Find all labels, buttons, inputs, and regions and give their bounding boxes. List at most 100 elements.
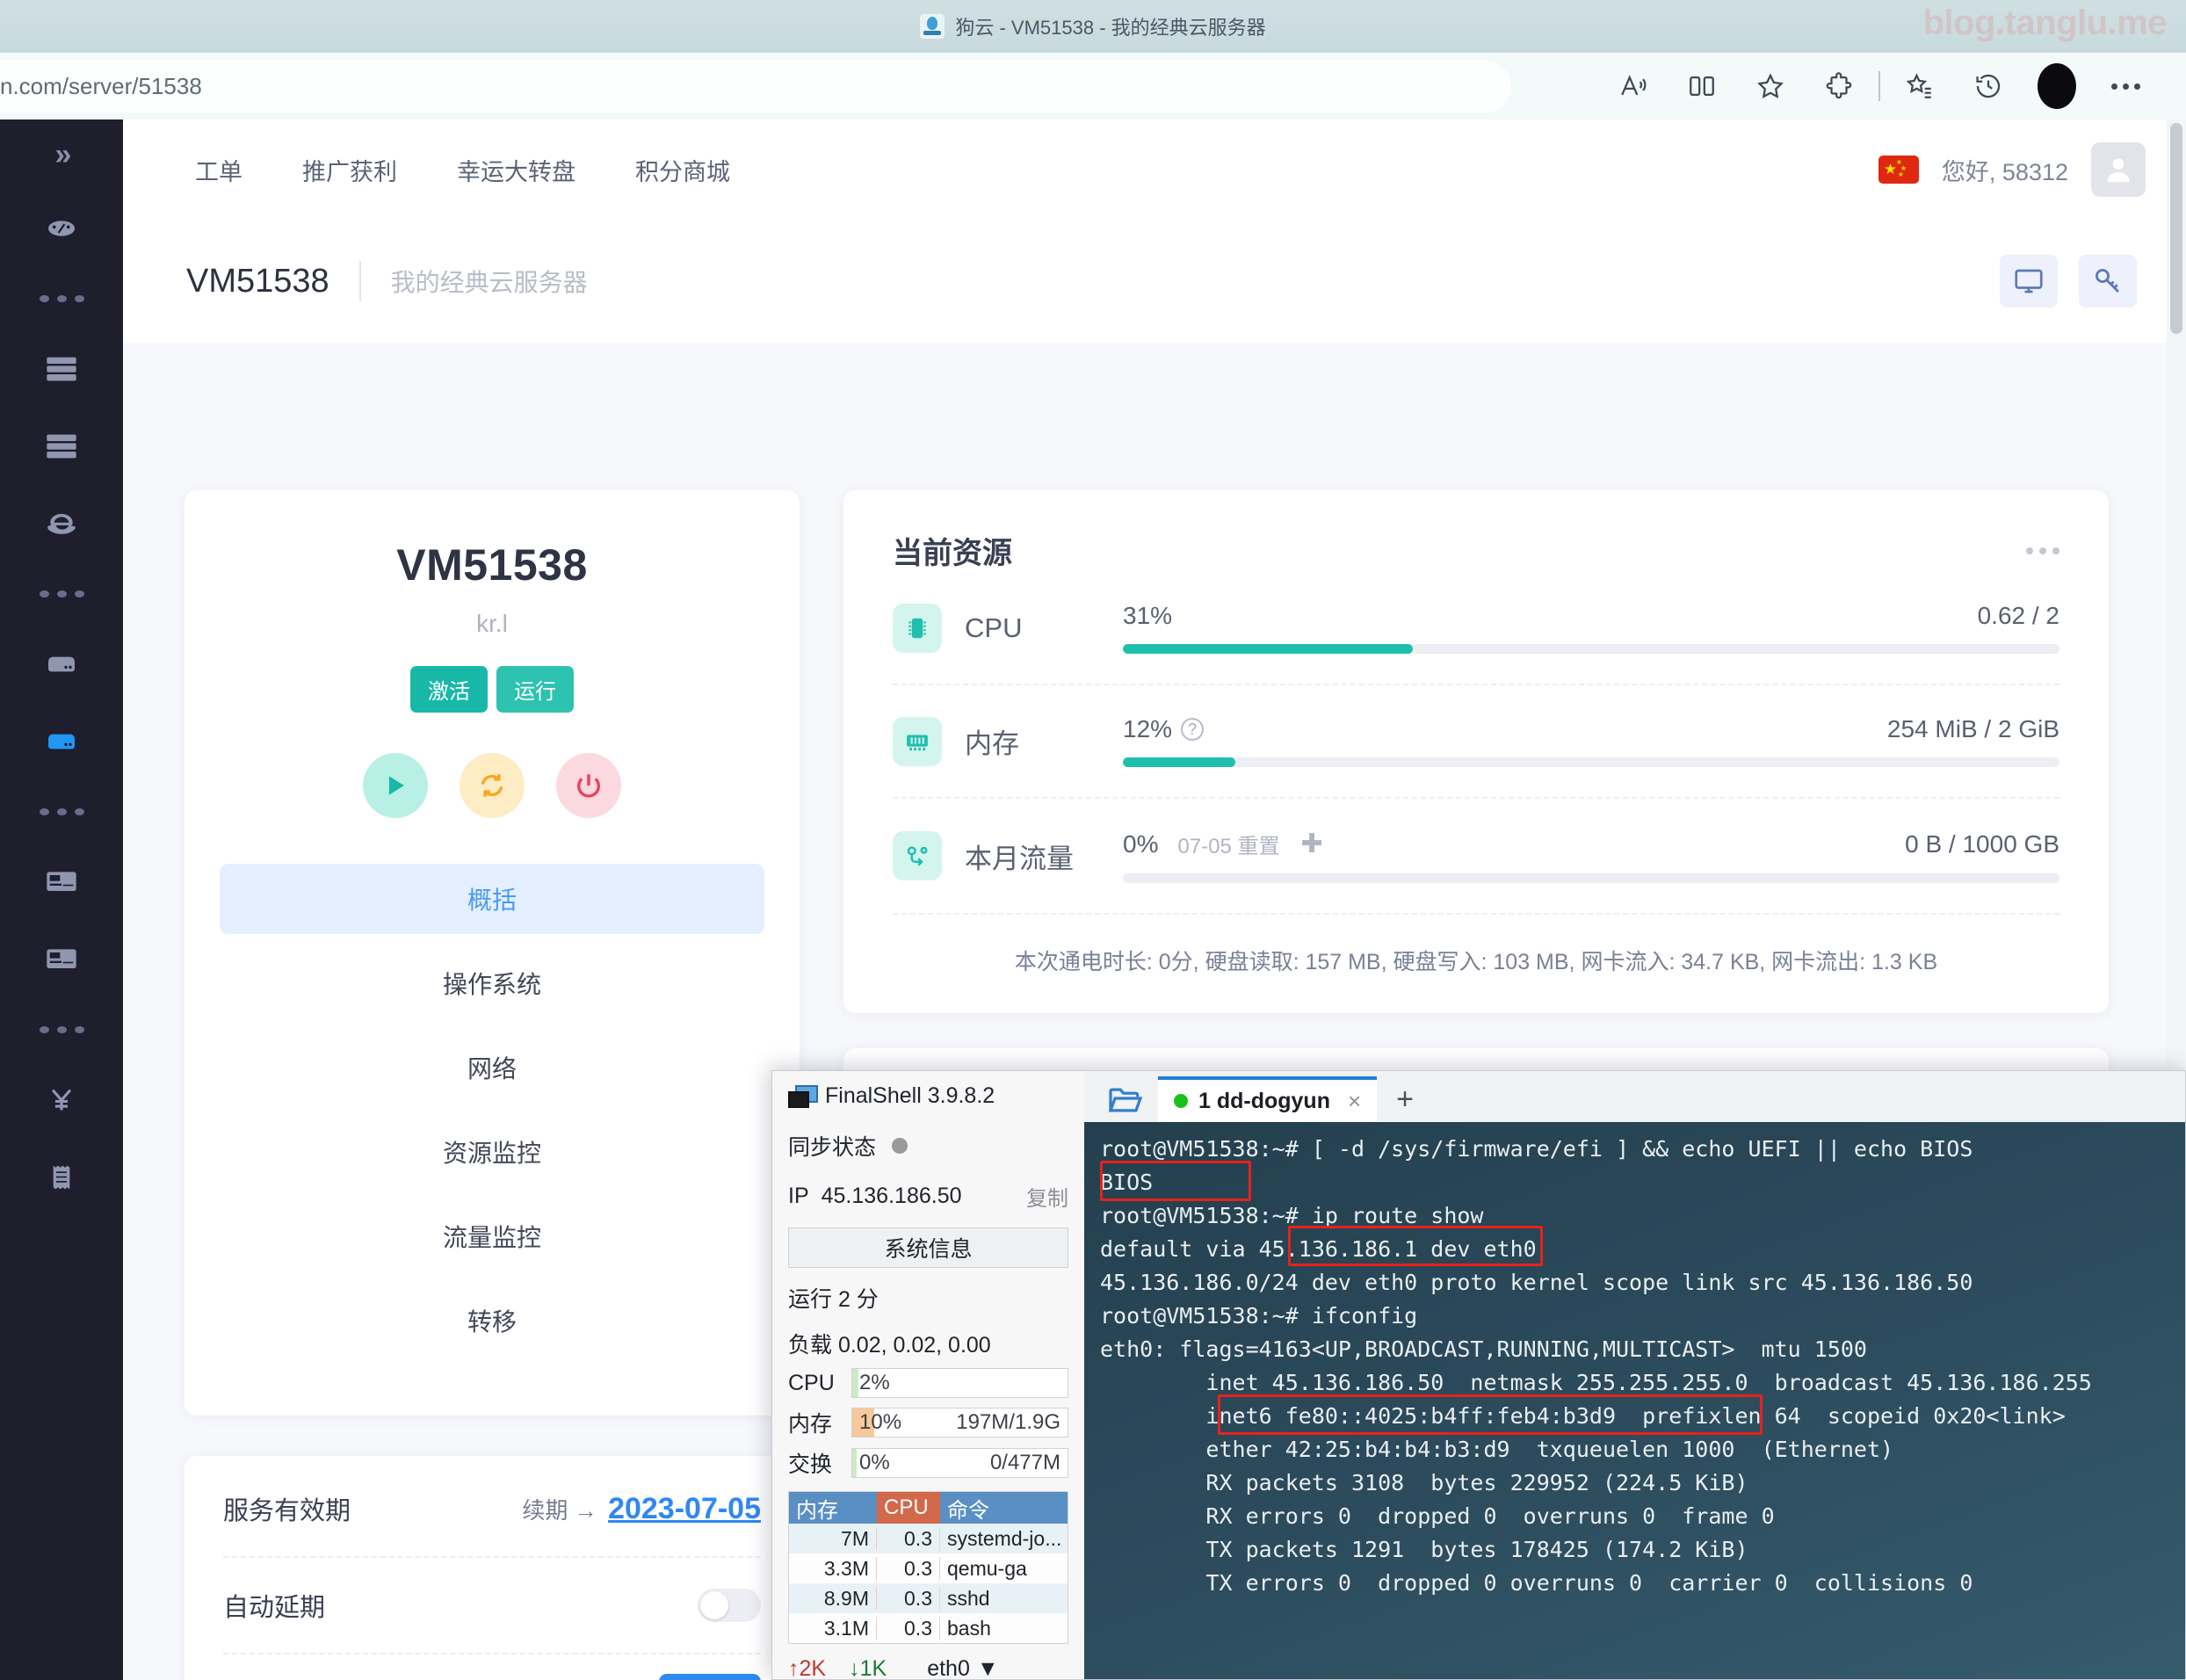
net-upload: ↑2K [788,1656,827,1680]
profile-avatar[interactable] [2023,63,2091,109]
sync-status-row: 同步状态 [788,1130,1068,1162]
annotation-box-gateway [1288,1226,1543,1266]
rail-item-server-unit[interactable] [0,626,123,703]
ip-value: 45.136.186.50 [821,1184,962,1208]
key-icon[interactable] [2079,255,2137,308]
table-row[interactable]: 7M 0.3 systemd-jo... [789,1524,1068,1553]
finalshell-info-panel: FinalShell 3.9.8.2 同步状态 IP 45.136.186.50… [772,1071,1084,1680]
vm-menu-item-network[interactable]: 网络 [220,1032,764,1103]
table-row[interactable]: 8.9M 0.3 sshd [789,1583,1068,1613]
rail-item-yuan-icon[interactable] [0,1061,123,1139]
restart-button[interactable] [460,753,525,818]
resources-more-icon[interactable] [2026,547,2059,554]
col-header-cpu[interactable]: CPU [877,1492,940,1524]
ip-row: IP 45.136.186.50 复制 [788,1181,1068,1212]
load-average-text: 负载 0.02, 0.02, 0.00 [788,1333,991,1358]
extensions-icon[interactable] [1805,63,1873,109]
rail-item-dashboard[interactable] [0,190,123,267]
nav-link-promotion[interactable]: 推广获利 [302,153,397,187]
page-subtitle: 我的经典云服务器 [390,269,588,296]
memory-stick-icon [893,716,942,766]
vm-menu-item-resource-monitor[interactable]: 资源监控 [220,1117,764,1187]
rail-ellipsis-icon-2 [0,562,123,626]
history-icon[interactable] [1954,63,2023,109]
billing-card: 服务有效期 续期 → 2023-07-05 自动延期 折扣 绑定 [185,1456,800,1680]
terminal-line: root@VM51538:~# ip route show [1100,1203,1484,1228]
gauge-memory-label: 内存 [788,1412,833,1437]
terminal-line: RX errors 0 dropped 0 overruns 0 frame 0 [1100,1503,1775,1529]
gauge-swap-detail: 0/477M [989,1451,1060,1474]
cell-command: bash [947,1616,991,1640]
split-screen-icon[interactable] [1668,63,1736,109]
auto-renew-label: 自动延期 [223,1594,326,1622]
billing-row-expiry: 服务有效期 续期 → 2023-07-05 [223,1461,761,1558]
table-row[interactable]: 3.1M 0.3 bash [789,1613,1068,1643]
read-aloud-icon[interactable] [1599,63,1668,109]
col-header-command[interactable]: 命令 [940,1492,1068,1524]
rail-item-ie-browser-icon[interactable] [0,485,123,562]
gauge-swap: 交换 0% 0/477M [788,1447,1068,1479]
monitor-icon[interactable] [2000,255,2058,308]
add-traffic-icon[interactable]: ✚ [1301,829,1323,859]
new-tab-button[interactable]: + [1396,1083,1414,1117]
rail-item-card-2[interactable] [0,921,123,998]
nav-right-group: ★ ★ ★ ★ 您好, 58312 [1878,142,2146,197]
china-flag-icon[interactable]: ★ ★ ★ ★ [1878,156,1919,184]
active-tab[interactable]: 狗云 - VM51538 - 我的经典云服务器 [920,12,1266,40]
power-button[interactable] [556,753,621,818]
rail-item-card[interactable] [0,844,123,921]
rail-item-servers-2[interactable] [0,408,123,485]
current-resources-card: 当前资源 CPU 31% 0.62 / 2 内存 12% ? 254 MiB /… [843,490,2109,1013]
header-actions [2000,255,2137,308]
scrollbar-thumb[interactable] [2170,123,2182,334]
terminal-tab-bar: 1 dd-dogyun × + [1084,1071,2185,1122]
network-interface-select[interactable]: eth0 ▼ [927,1656,998,1680]
col-header-memory[interactable]: 内存 [789,1492,877,1524]
vm-menu-item-os[interactable]: 操作系统 [220,948,764,1018]
cell-cpu: 0.3 [877,1526,940,1551]
gauge-cpu: CPU 2% [788,1368,1068,1398]
nav-link-lucky-wheel[interactable]: 幸运大转盘 [457,153,575,187]
system-info-button[interactable]: 系统信息 [788,1227,1068,1268]
terminal-tab-1[interactable]: 1 dd-dogyun × [1158,1076,1378,1122]
resource-meter-cpu: 31% 0.62 / 2 [1123,602,2059,654]
site-favicon-icon [920,14,945,39]
process-table: 内存 CPU 命令 7M 0.3 systemd-jo... 3.3M 0.3 … [788,1491,1068,1644]
help-icon[interactable]: ? [1181,718,1205,741]
resource-row-cpu: CPU 31% 0.62 / 2 [893,572,2059,685]
ip-label: IP [788,1184,809,1208]
address-bar[interactable]: n.com/server/51538 [0,60,1511,112]
vm-menu-item-traffic-monitor[interactable]: 流量监控 [220,1201,764,1271]
browser-titlebar: 狗云 - VM51538 - 我的经典云服务器 blog.tanglu.me [0,0,2186,53]
terminal-output[interactable]: root@VM51538:~# [ -d /sys/firmware/efi ]… [1084,1122,2185,1679]
gauge-cpu-percent: 2% [859,1371,890,1394]
nav-links: 工单 推广获利 幸运大转盘 积分商城 [195,153,790,187]
left-column: VM51538 kr.l 激活 运行 概括 操作系统 网络 资源监控 流量监控 … [185,490,800,1680]
nav-link-points-mall[interactable]: 积分商城 [635,153,730,187]
user-avatar[interactable] [2091,142,2146,197]
bind-button[interactable]: 绑定 [658,1674,761,1680]
settings-ellipsis-icon[interactable] [2091,63,2160,109]
collections-icon[interactable] [1886,63,1954,109]
favorite-star-icon[interactable] [1736,63,1805,109]
play-button[interactable] [363,753,428,818]
auto-renew-toggle[interactable] [698,1589,761,1622]
expiry-date[interactable]: 2023-07-05 [608,1492,761,1525]
rail-expand-button[interactable]: » [0,119,123,190]
gauge-memory-percent: 10% [859,1410,902,1434]
terminal-line: BIOS [1100,1169,1154,1195]
close-icon[interactable]: × [1348,1088,1361,1115]
vm-menu-item-transfer[interactable]: 转移 [220,1285,764,1356]
rail-item-receipt-icon[interactable] [0,1139,123,1216]
vm-menu-item-overview[interactable]: 概括 [220,864,764,934]
open-folder-icon[interactable] [1097,1078,1155,1122]
nav-link-tickets[interactable]: 工单 [195,153,242,187]
rail-item-servers[interactable] [0,330,123,408]
page-title: VM51538 [186,262,329,300]
copy-button[interactable]: 复制 [1026,1181,1068,1212]
renew-group[interactable]: 续期 → 2023-07-05 [522,1492,761,1526]
rail-item-server-unit-active[interactable] [0,703,123,780]
vm-name: VM51538 [396,540,588,590]
table-row[interactable]: 3.3M 0.3 qemu-ga [789,1553,1068,1583]
cell-memory: 3.3M [789,1556,877,1581]
